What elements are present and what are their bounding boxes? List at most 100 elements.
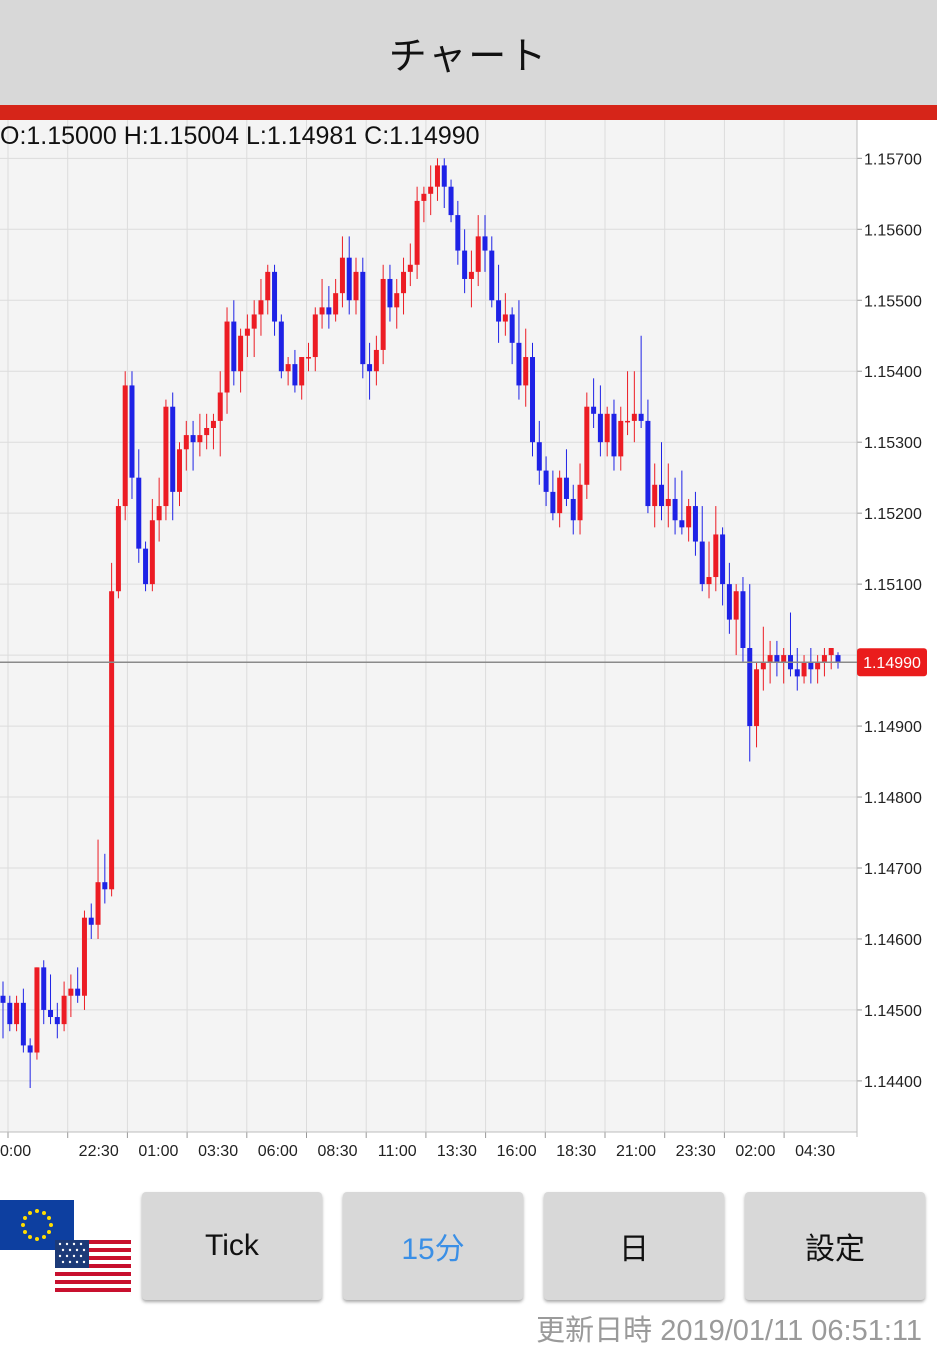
candle-body [48, 1009, 54, 1018]
candle-body [781, 655, 787, 663]
candle-body [679, 520, 685, 528]
candle-body [183, 435, 189, 450]
candle-body [692, 506, 698, 542]
title-bar: チャート [0, 0, 937, 105]
candle-body [251, 314, 257, 329]
y-tick-label: 1.14500 [864, 1003, 922, 1020]
candle-body [54, 1017, 60, 1025]
candle-body [482, 236, 488, 251]
candle-body [720, 534, 726, 585]
candle-body [367, 364, 373, 372]
candle-body [475, 236, 481, 272]
candle-body [285, 364, 291, 372]
x-tick-label: 13:30 [437, 1143, 477, 1160]
candle-body [319, 307, 325, 315]
candle-body [401, 271, 407, 294]
x-tick-label: 02:00 [735, 1143, 775, 1160]
page-title: チャート [388, 34, 549, 78]
15min-button[interactable]: 15分 [343, 1192, 523, 1300]
candle-body [346, 257, 352, 301]
candle-body [210, 420, 216, 428]
candle-body [115, 506, 121, 592]
candle-body [109, 591, 115, 890]
candle-body [353, 271, 359, 301]
candle-body [631, 413, 637, 421]
candle-body [20, 1002, 26, 1046]
daily-button[interactable]: 日 [544, 1192, 724, 1300]
x-tick-label: 04:30 [795, 1143, 835, 1160]
candle-body [726, 584, 732, 620]
x-tick-label: 01:00 [138, 1143, 178, 1160]
candle-body [754, 669, 760, 727]
candle-body [509, 314, 515, 343]
candle-body [7, 1002, 13, 1025]
candle-body [163, 406, 169, 507]
candle-body [102, 882, 108, 890]
candle-body [224, 321, 230, 393]
candle-body [604, 413, 610, 443]
candle-body [516, 342, 522, 386]
last-updated: 更新日時 2019/01/11 06:51:11 [536, 1307, 922, 1349]
candle-body [557, 477, 563, 514]
tick-button[interactable]: Tick [142, 1192, 322, 1300]
candle-body [455, 215, 461, 251]
candle-body [292, 364, 298, 386]
candle-body [502, 314, 508, 322]
candle-body [699, 541, 705, 585]
x-tick-label: 21:00 [616, 1143, 656, 1160]
candle-body [149, 520, 155, 585]
candle-body [652, 484, 658, 507]
candle-body [760, 662, 766, 670]
candle-body [61, 995, 67, 1025]
candle-body [421, 193, 427, 201]
candle-body [584, 406, 590, 485]
candle-body [407, 264, 413, 272]
candle-body [618, 420, 624, 457]
y-tick-label: 1.15600 [864, 222, 922, 239]
chart-grid [0, 120, 857, 1132]
candle-body [645, 420, 651, 507]
x-axis: 0:00 22:30 01:00 03:30 06:00 08:30 11:00 13:30 1… [0, 1131, 857, 1160]
candle-body [570, 498, 576, 521]
candle-body [387, 278, 393, 308]
candle-body [380, 278, 386, 350]
candle-body [204, 428, 210, 436]
settings-button[interactable]: 設定 [745, 1192, 925, 1300]
candle-body [530, 357, 536, 443]
candle-body [197, 435, 203, 443]
candle-body [713, 534, 719, 578]
candle-body [312, 314, 318, 358]
updated-label: 更新日時 [536, 1315, 653, 1347]
y-tick-label: 1.15300 [864, 435, 922, 452]
candle-body [339, 257, 345, 294]
candle-body [14, 1002, 20, 1025]
candle-body [747, 648, 753, 727]
x-tick-label: 22:30 [79, 1143, 119, 1160]
candlestick-chart[interactable]: 1.15700 1.15600 1.15500 1.15400 1.15300 1.152… [0, 120, 937, 1165]
candle-body [808, 662, 814, 670]
updated-time: 2019/01/11 06:51:11 [660, 1315, 922, 1347]
y-tick-label: 1.15400 [864, 364, 922, 381]
candle-body [550, 491, 556, 514]
y-axis: 1.15700 1.15600 1.15500 1.15400 1.15300 1.152… [856, 120, 922, 1137]
candle-body [441, 165, 447, 187]
candle-body [496, 300, 502, 322]
candle-body [129, 385, 135, 478]
candle-body [733, 591, 739, 620]
chart-area[interactable]: 1.15700 1.15600 1.15500 1.15400 1.15300 1.152… [0, 120, 937, 1165]
candle-body [360, 271, 366, 365]
x-tick-label: 03:30 [198, 1143, 238, 1160]
candle-body [278, 321, 284, 372]
candle-body [577, 484, 583, 521]
y-tick-label: 1.15700 [864, 151, 922, 168]
candle-body [706, 577, 712, 585]
x-tick-label: 18:30 [556, 1143, 596, 1160]
candle-body [828, 648, 834, 656]
candle-body [373, 349, 379, 372]
candle-body [672, 498, 678, 521]
candle-body [625, 420, 631, 423]
candle-body [815, 662, 821, 670]
y-tick-label: 1.14600 [864, 932, 922, 949]
candle-body [272, 271, 278, 322]
us-flag-icon[interactable] [55, 1240, 131, 1292]
